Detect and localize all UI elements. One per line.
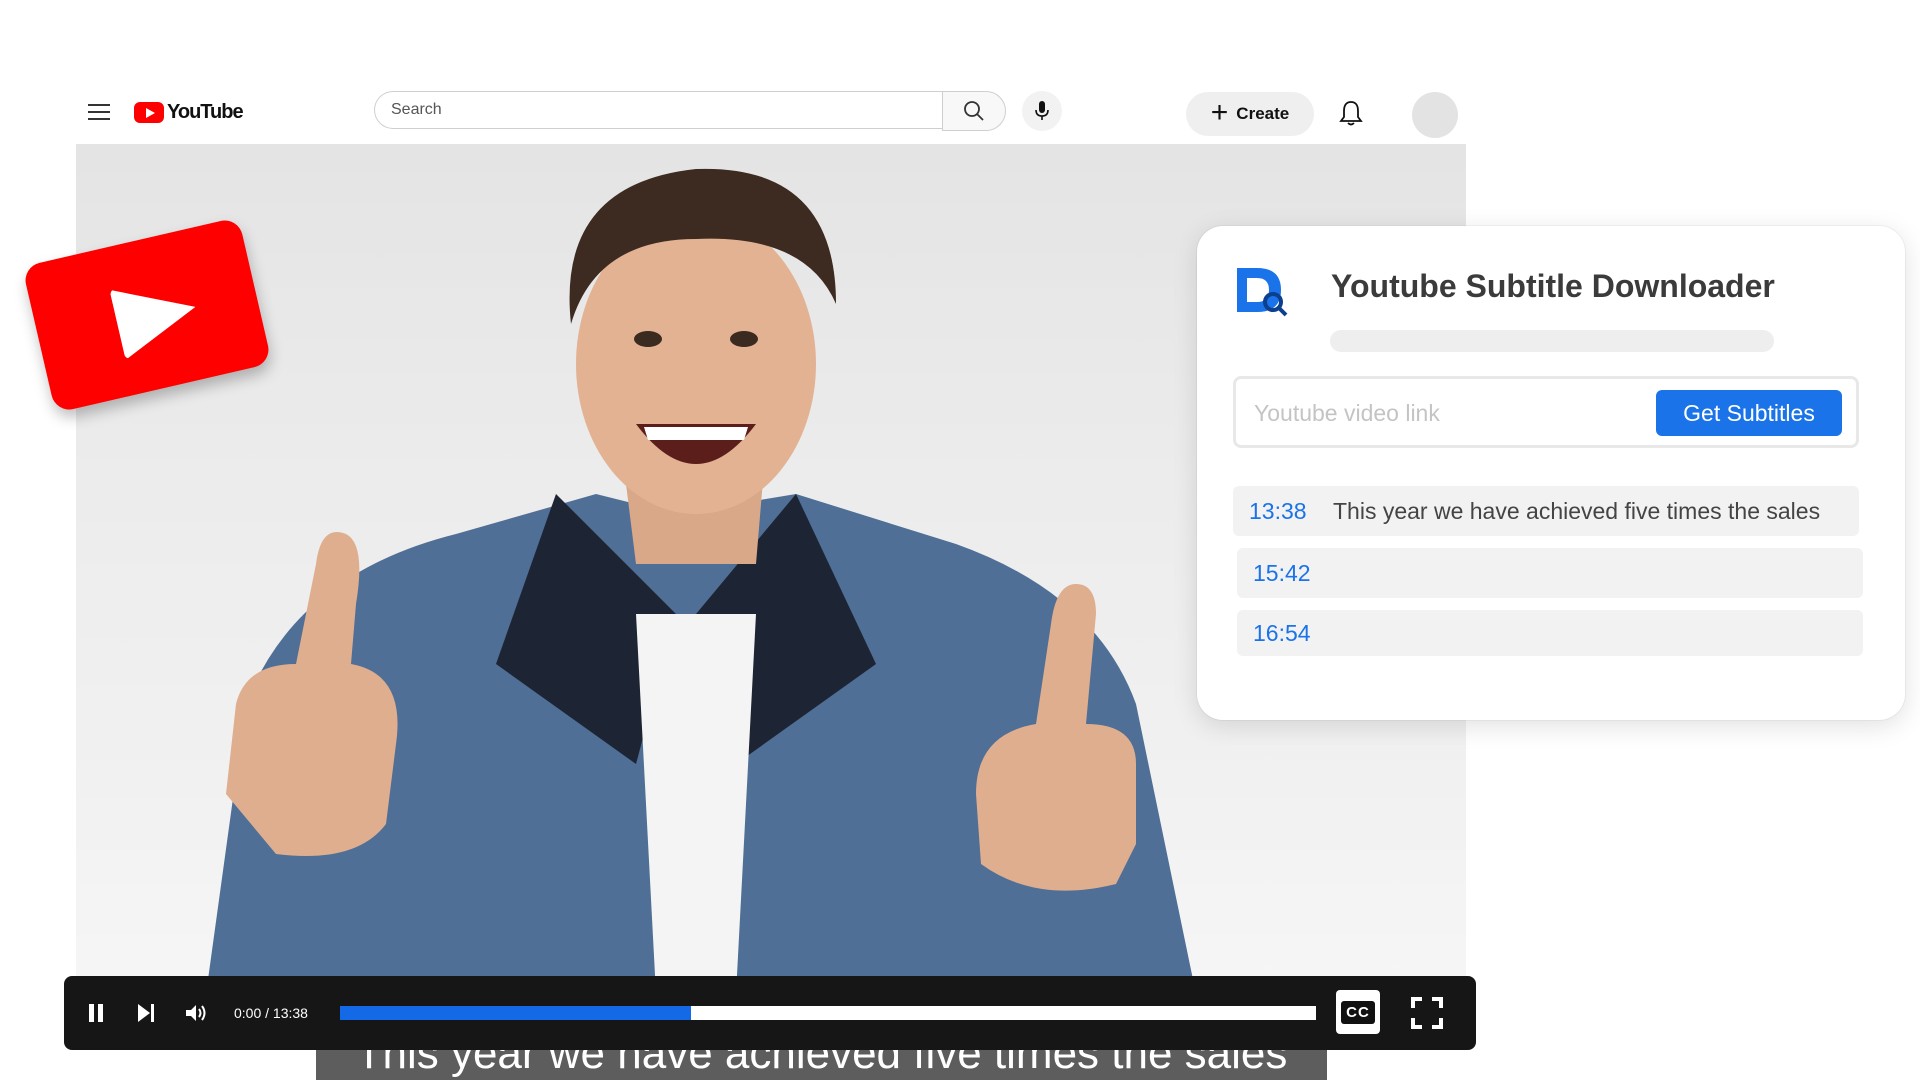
create-button[interactable]: + Create [1186,92,1314,136]
microphone-icon [1035,101,1049,120]
plus-icon: + [1210,95,1229,129]
cc-button[interactable]: CC [1336,990,1380,1034]
page: YouTube + Create [0,0,1920,1080]
youtube-logo-text: YouTube [167,101,244,123]
hamburger-icon[interactable] [88,104,110,122]
time-display: 0:00 / 13:38 [234,1005,308,1021]
subtitle-row[interactable]: 15:42 [1237,548,1863,598]
subtitle-timestamp: 15:42 [1253,559,1311,586]
voice-search-button[interactable] [1022,91,1062,131]
volume-icon [186,1005,206,1021]
search-button[interactable] [942,91,1006,131]
subtitle-row[interactable]: 16:54 [1237,610,1863,656]
subtitle-row[interactable]: 13:38 This year we have achieved five tim… [1233,486,1859,536]
downloader-logo-icon [1237,268,1288,317]
youtube-logo[interactable]: YouTube [134,101,244,124]
search-icon [964,101,984,121]
subtitle-text: This year we have achieved five times th… [1333,497,1821,524]
get-subtitles-button[interactable]: Get Subtitles [1656,390,1842,436]
next-icon [138,1004,154,1022]
next-button[interactable] [126,976,166,1050]
search-input[interactable] [374,91,942,129]
bell-icon[interactable] [1336,98,1366,128]
youtube-header: YouTube + Create [76,88,1466,144]
youtube-play-icon [134,102,164,123]
pause-button[interactable] [76,976,116,1050]
subtitle-timestamp: 16:54 [1253,619,1311,646]
progress-bar[interactable] [340,1006,1316,1020]
video-link-input[interactable] [1252,379,1656,447]
progress-fill [340,1006,692,1020]
fullscreen-icon [1411,997,1443,1029]
search-bar [374,91,1006,131]
downloader-title: Youtube Subtitle Downloader [1331,268,1775,304]
subtitle-timestamp: 13:38 [1249,497,1307,524]
video-link-field: Get Subtitles [1233,376,1859,448]
fullscreen-button[interactable] [1402,976,1452,1050]
subtitle-downloader-card: Youtube Subtitle Downloader Get Subtitle… [1197,226,1905,720]
cc-label: CC [1341,1000,1375,1024]
player-controls: 0:00 / 13:38 CC [64,976,1476,1050]
create-label: Create [1236,104,1290,123]
subtitle-placeholder-bar [1330,330,1774,352]
volume-button[interactable] [176,976,216,1050]
avatar[interactable] [1412,92,1458,138]
pause-icon [89,1004,103,1022]
